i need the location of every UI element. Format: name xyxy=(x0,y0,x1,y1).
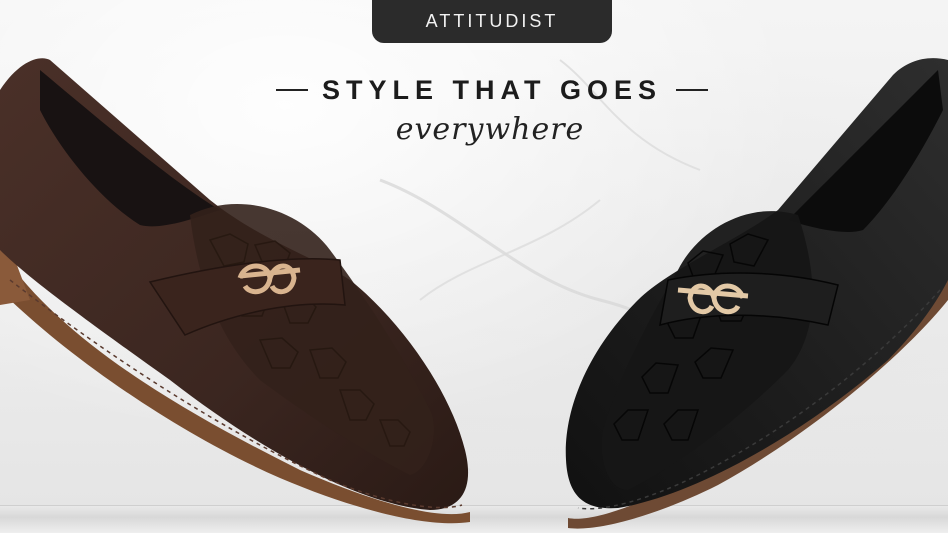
headline-dash-left xyxy=(275,89,308,91)
headline-dash-right xyxy=(676,89,708,91)
ad-banner: ATTITUDIST STYLE THAT GOES everywhere xyxy=(0,0,948,533)
brand-badge: ATTITUDIST xyxy=(372,0,612,43)
tagline-script: everywhere xyxy=(395,112,585,147)
headline-text: STYLE THAT GOES xyxy=(321,74,662,105)
headline: STYLE THAT GOES xyxy=(270,72,714,108)
brand-name: ATTITUDIST xyxy=(425,11,559,31)
black-loafer-image xyxy=(565,58,948,529)
